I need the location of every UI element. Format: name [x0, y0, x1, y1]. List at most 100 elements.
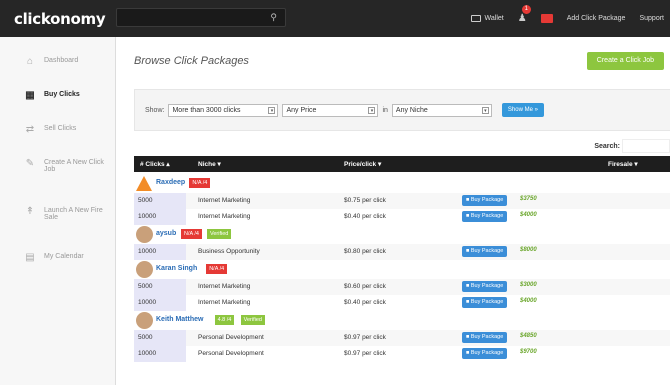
status-badge: N/A /4 — [189, 178, 211, 188]
rocket-icon: ↟ — [25, 206, 35, 217]
buy-package-button[interactable]: ■ Buy Package — [462, 211, 508, 222]
table-search-input[interactable] — [622, 139, 670, 153]
calendar-icon: ▤ — [25, 252, 35, 263]
clicks-select-value: More than 3000 clicks — [172, 106, 241, 114]
avatar[interactable] — [136, 312, 153, 329]
table-row: 10000 Business Opportunity $0.80 per click… — [134, 244, 670, 260]
firesale-price: $9700 — [520, 349, 537, 355]
avatar[interactable] — [136, 176, 152, 191]
niche-cell: Internet Marketing — [198, 197, 251, 204]
col-price[interactable]: Price/click ▾ — [344, 160, 381, 168]
price-cell: $0.97 per click — [344, 334, 386, 341]
firesale-price: $4000 — [520, 298, 537, 304]
clicks-cell: 10000 — [134, 209, 186, 225]
firesale-price: $8000 — [520, 247, 537, 253]
sidebar-item-label: Sell Clicks — [44, 125, 77, 132]
table-header: # Clicks ▴ Niche ▾ Price/click ▾ Firesal… — [134, 156, 670, 172]
sidebar-item-label: Dashboard — [44, 57, 79, 64]
firesale-price: $4850 — [520, 333, 537, 339]
messages-button[interactable] — [540, 14, 553, 23]
sidebar-item-my-calendar[interactable]: ▤ My Calendar — [0, 253, 116, 263]
niche-select-value: Any Niche — [395, 106, 428, 114]
niche-cell: Business Opportunity — [198, 248, 260, 255]
niche-select[interactable]: Any Niche ▾ — [391, 103, 492, 117]
support-link[interactable]: Support — [639, 15, 664, 22]
top-bar: clickonomy ⚲ Wallet ♟ 1 Add Click Packag… — [0, 0, 670, 37]
sidebar-item-create-click-job[interactable]: ✎ Create A New Click Job — [0, 159, 116, 174]
buy-package-button[interactable]: ■ Buy Package — [462, 348, 508, 359]
chevron-down-icon: ▾ — [481, 106, 489, 114]
table-row: 10000 Internet Marketing $0.40 per click ■ … — [134, 295, 670, 311]
clicks-select[interactable]: More than 3000 clicks ▾ — [168, 103, 279, 117]
sidebar-item-buy-clicks[interactable]: ▦ Buy Clicks — [0, 91, 116, 101]
show-me-button[interactable]: Show Me » — [501, 103, 544, 117]
sidebar-item-sell-clicks[interactable]: ⇄ Sell Clicks — [0, 125, 116, 135]
notification-badge: 1 — [521, 5, 531, 14]
price-cell: $0.97 per click — [344, 350, 386, 357]
seller-header: Keith Matthew 4.8 /4 Verified — [134, 311, 670, 330]
status-badge: Verified — [240, 315, 265, 325]
col-niche[interactable]: Niche ▾ — [198, 160, 221, 168]
chevron-down-icon: ▾ — [368, 106, 376, 114]
search-icon[interactable]: ⚲ — [270, 12, 277, 23]
niche-cell: Internet Marketing — [198, 213, 251, 220]
filter-bar: Show: More than 3000 clicks ▾ Any Price … — [134, 89, 670, 131]
logo[interactable]: clickonomy — [0, 10, 116, 28]
status-badge: N/A /4 — [181, 229, 202, 239]
clicks-cell: 10000 — [134, 244, 186, 260]
main-content: Browse Click Packages Create a Click Job… — [116, 37, 670, 385]
col-firesale[interactable]: Firesale ▾ — [608, 160, 638, 168]
sidebar: ⌂ Dashboard ▦ Buy Clicks ⇄ Sell Clicks ✎… — [0, 37, 116, 385]
price-cell: $0.80 per click — [344, 248, 386, 255]
status-badge: N/A /4 — [206, 264, 228, 274]
avatar[interactable] — [136, 261, 153, 278]
chevron-down-icon: ▾ — [268, 106, 276, 114]
niche-cell: Personal Development — [198, 334, 264, 341]
price-cell: $0.40 per click — [344, 299, 386, 306]
sidebar-item-dashboard[interactable]: ⌂ Dashboard — [0, 57, 116, 67]
notifications-button[interactable]: ♟ 1 — [518, 5, 531, 24]
wallet-icon — [470, 15, 481, 22]
sidebar-item-fire-sale[interactable]: ↟ Launch A New Fire Sale — [0, 206, 116, 222]
wallet-link[interactable]: Wallet — [470, 15, 504, 22]
home-icon: ⌂ — [26, 56, 34, 67]
avatar[interactable] — [136, 226, 153, 243]
table-row: 10000 Internet Marketing $0.40 per click ■ … — [134, 209, 670, 225]
status-badge: Verified — [207, 229, 232, 239]
buy-package-button[interactable]: ■ Buy Package — [462, 332, 508, 343]
price-cell: $0.75 per click — [344, 197, 386, 204]
buy-package-button[interactable]: ■ Buy Package — [462, 281, 508, 292]
niche-cell: Personal Development — [198, 350, 264, 357]
seller-name[interactable]: Karan Singh — [156, 265, 197, 272]
clicks-cell: 5000 — [134, 279, 186, 295]
price-select[interactable]: Any Price ▾ — [282, 103, 379, 117]
table-row: 5000 Personal Development $0.97 per click ■… — [134, 330, 670, 346]
grid-icon: ▦ — [25, 90, 35, 101]
seller-name[interactable]: Keith Matthew — [156, 316, 203, 323]
buy-package-button[interactable]: ■ Buy Package — [462, 246, 508, 257]
niche-cell: Internet Marketing — [198, 299, 251, 306]
seller-header: Raxdeep N/A /4 — [134, 174, 670, 193]
seller-header: Karan Singh N/A /4 — [134, 260, 670, 279]
niche-cell: Internet Marketing — [198, 283, 251, 290]
search-input[interactable]: ⚲ — [116, 8, 286, 27]
status-badge: 4.8 /4 — [214, 315, 235, 325]
user-icon: ♟ 1 — [518, 5, 531, 24]
top-nav: Wallet ♟ 1 Add Click Package Support — [470, 0, 664, 37]
col-clicks[interactable]: # Clicks ▴ — [140, 160, 170, 168]
clicks-cell: 10000 — [134, 295, 186, 311]
sidebar-item-label: Launch A New Fire Sale — [44, 207, 103, 221]
table-row: 5000 Internet Marketing $0.75 per click ■ B… — [134, 193, 670, 209]
price-select-value: Any Price — [286, 106, 317, 114]
sidebar-item-label: Create A New Click Job — [44, 159, 104, 173]
create-click-job-button[interactable]: Create a Click Job — [586, 52, 664, 70]
seller-name[interactable]: Raxdeep — [156, 179, 185, 186]
page-title: Browse Click Packages — [134, 55, 249, 67]
buy-package-button[interactable]: ■ Buy Package — [462, 195, 508, 206]
sidebar-item-label: My Calendar — [44, 253, 84, 260]
seller-header: aysub N/A /4 Verified — [134, 225, 670, 244]
add-click-package-link[interactable]: Add Click Package — [567, 15, 626, 22]
buy-package-button[interactable]: ■ Buy Package — [462, 297, 508, 308]
seller-name[interactable]: aysub — [156, 230, 176, 237]
table-row: 5000 Internet Marketing $0.60 per click ■ B… — [134, 279, 670, 295]
